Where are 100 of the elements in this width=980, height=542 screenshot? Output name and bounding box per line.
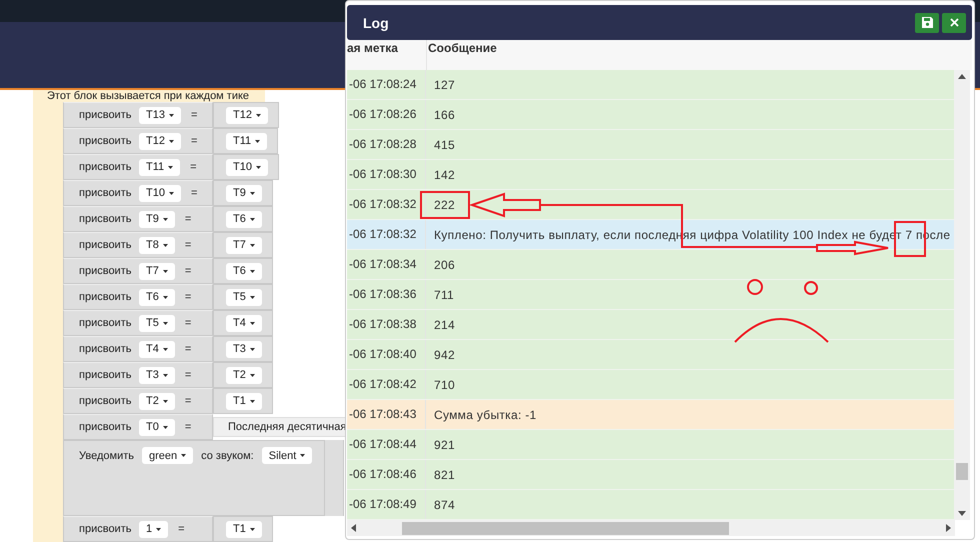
caret-icon (250, 270, 255, 272)
column-header: Сообщение (427, 40, 498, 57)
variable-dropdown[interactable]: T9 (139, 210, 175, 228)
right-arrow-icon[interactable] (946, 524, 951, 532)
message-cell-text: 206 (433, 258, 456, 272)
variable-dropdown[interactable]: T2 (226, 366, 262, 384)
time-cell: -06 17:08:43 (347, 400, 426, 429)
caret-icon (162, 218, 168, 220)
caret-icon (162, 426, 168, 428)
variable-dropdown[interactable]: T4 (139, 340, 175, 358)
equals-sign: = (184, 239, 192, 251)
block-label: Уведомить (79, 450, 134, 462)
caret-icon (250, 218, 255, 220)
horizontal-scrollbar[interactable] (347, 520, 955, 536)
time-cell: -06 17:08:44 (347, 430, 426, 459)
message-cell-text: 942 (433, 348, 456, 362)
equals-sign: = (184, 343, 192, 355)
variable-dropdown[interactable]: T10 (139, 184, 181, 202)
variable-dropdown[interactable]: T11 (139, 158, 180, 176)
message-cell-text: 710 (433, 378, 456, 392)
equals-sign: = (184, 317, 192, 329)
variable-dropdown[interactable]: T13 (139, 106, 181, 124)
variable-dropdown[interactable]: T12 (226, 106, 268, 124)
close-button[interactable] (942, 12, 966, 32)
variable-dropdown[interactable]: T12 (139, 132, 181, 150)
equals-sign: = (190, 187, 198, 199)
time-cell: -06 17:08:34 (347, 250, 426, 279)
message-cell-text: 415 (433, 138, 456, 152)
sound-label: со звуком: (201, 450, 254, 462)
variable-dropdown[interactable]: T10 (226, 158, 268, 176)
caret-icon (168, 192, 174, 194)
block-label: присвоить (79, 523, 132, 535)
variable-dropdown[interactable]: T2 (139, 392, 175, 410)
color-dropdown[interactable]: green (142, 447, 194, 464)
time-cell: -06 17:08:46 (347, 460, 426, 489)
close-icon (950, 18, 958, 27)
time-cell: -06 17:08:30 (347, 160, 426, 189)
variable-dropdown[interactable]: T5 (226, 288, 262, 306)
variable-dropdown[interactable]: T7 (139, 262, 175, 280)
variable-dropdown[interactable]: T3 (226, 340, 262, 358)
sound-dropdown[interactable]: Silent (262, 447, 312, 464)
message-cell-text: 166 (433, 108, 456, 122)
caret-icon (250, 244, 255, 246)
caret-icon (162, 322, 168, 324)
variable-dropdown[interactable]: T5 (139, 314, 175, 332)
message-cell-text: 222 (433, 198, 456, 212)
caret-icon (250, 322, 255, 324)
block-label: присвоить (79, 109, 132, 121)
time-cell: -06 17:08:40 (347, 340, 426, 369)
time-cell: -06 17:08:42 (347, 370, 426, 399)
scroll-thumb[interactable] (402, 522, 729, 534)
caret-icon (250, 374, 255, 376)
equals-sign: = (190, 109, 198, 121)
caret-icon (255, 140, 260, 142)
time-cell: -06 17:08:24 (347, 70, 426, 99)
variable-dropdown[interactable]: T4 (226, 314, 262, 332)
caret-icon (256, 166, 261, 168)
block-label: присвоить (79, 161, 132, 173)
caret-icon (168, 140, 174, 142)
variable-dropdown[interactable]: T6 (226, 210, 262, 228)
variable-dropdown[interactable]: T1 (226, 520, 262, 538)
variable-dropdown[interactable]: T3 (139, 366, 175, 384)
variable-dropdown[interactable]: T6 (139, 288, 175, 306)
block-label: присвоить (79, 135, 132, 147)
variable-dropdown[interactable]: T9 (226, 184, 262, 202)
caret-icon (162, 400, 168, 402)
equals-sign: = (184, 395, 192, 407)
block-label: присвоить (79, 369, 132, 381)
message-cell-text: 711 (433, 288, 456, 302)
block-label: присвоить (79, 317, 132, 329)
caret-icon (168, 166, 174, 168)
variable-dropdown[interactable]: T7 (226, 236, 262, 254)
variable-dropdown[interactable]: T0 (139, 418, 175, 436)
message-cell-text: 821 (433, 468, 456, 482)
equals-sign: = (184, 291, 192, 303)
left-arrow-icon[interactable] (351, 524, 356, 532)
up-arrow-icon[interactable] (958, 74, 966, 79)
variable-dropdown[interactable]: T6 (226, 262, 262, 280)
save-button[interactable] (915, 12, 939, 32)
vertical-scrollbar[interactable] (954, 70, 970, 520)
caret-icon (250, 192, 255, 194)
variable-dropdown[interactable]: T11 (226, 132, 268, 150)
block-label: присвоить (79, 239, 132, 251)
message-cell-text: 921 (433, 438, 456, 452)
caret-icon (162, 270, 168, 272)
caret-icon (256, 114, 261, 116)
message-cell-text: 142 (433, 168, 456, 182)
caret-icon (250, 348, 255, 350)
message-cell-text: 214 (433, 318, 456, 332)
scroll-thumb[interactable] (956, 463, 968, 480)
variable-dropdown[interactable]: T1 (226, 392, 262, 410)
down-arrow-icon[interactable] (958, 511, 966, 516)
caret-icon (162, 374, 168, 376)
caret-icon (250, 400, 255, 402)
time-cell: -06 17:08:49 (347, 490, 426, 519)
block-label: присвоить (79, 343, 132, 355)
block-label: присвоить (79, 291, 132, 303)
variable-dropdown[interactable]: 1 (139, 520, 168, 538)
time-cell: -06 17:08:36 (347, 280, 426, 309)
variable-dropdown[interactable]: T8 (139, 236, 175, 254)
